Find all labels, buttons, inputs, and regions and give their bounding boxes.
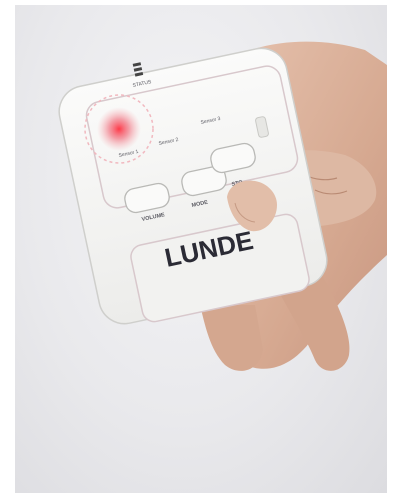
photo-background: STATUS Sensor 1 Sensor 2 Sensor 3 VOLUME… [15,5,387,493]
product-photo: STATUS Sensor 1 Sensor 2 Sensor 3 VOLUME… [58,41,387,371]
remote-device: STATUS Sensor 1 Sensor 2 Sensor 3 VOLUME… [58,47,328,325]
status-led-icon [97,107,141,151]
